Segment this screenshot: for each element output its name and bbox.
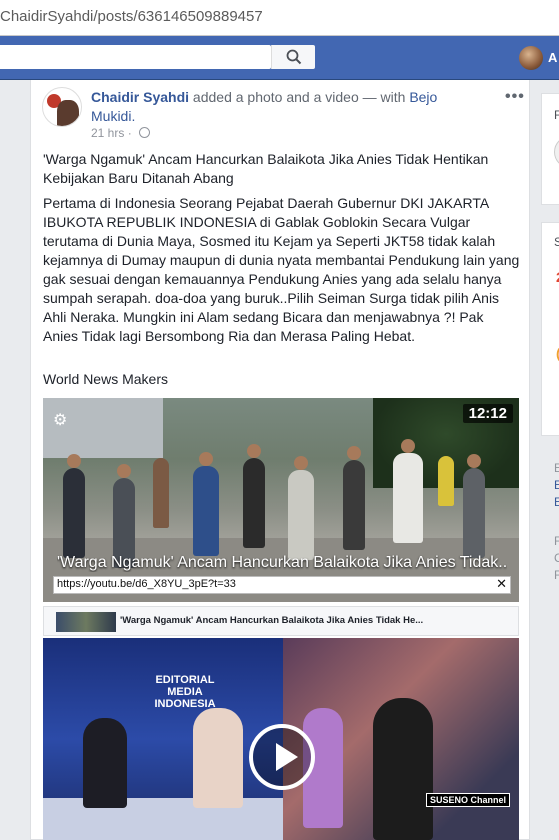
video2-anchor: [193, 708, 243, 808]
footer-link[interactable]: E: [554, 494, 559, 511]
left-column: [0, 80, 26, 840]
link-preview[interactable]: 'Warga Ngamuk' Ancam Hancurkan Balaikota…: [43, 606, 519, 636]
thumbnail-person: [153, 458, 169, 528]
thumbnail-person: [193, 466, 219, 556]
post-action-text: added a photo and a video — with: [189, 89, 410, 105]
thumbnail-person: [438, 456, 454, 506]
right-footer-text: F C F: [554, 533, 559, 584]
footer-text: F: [554, 568, 559, 582]
thumbnail-head: [199, 452, 213, 466]
thumbnail-head: [294, 456, 308, 470]
profile-name[interactable]: A: [548, 50, 557, 65]
right-box-title: F: [554, 108, 559, 122]
video2-desk: [43, 798, 283, 840]
search-button[interactable]: [271, 45, 315, 69]
top-navigation-bar: A: [0, 36, 559, 80]
thumbnail-head: [67, 454, 81, 468]
thumbnail-person: [463, 468, 485, 558]
profile-avatar[interactable]: [519, 46, 543, 70]
post-header: Chaidir Syahdi added a photo and a video…: [91, 88, 471, 126]
footer-text: E: [554, 461, 559, 475]
video2-person: [373, 698, 433, 840]
author-avatar[interactable]: [42, 87, 82, 127]
search-icon: [286, 49, 302, 65]
thumbnail-person: [343, 460, 365, 550]
thumbnail-person: [393, 453, 423, 543]
post-meta: 21 hrs ·: [91, 126, 151, 140]
avatar-figure: [57, 100, 79, 126]
globe-icon: [139, 127, 151, 138]
right-sidebar-box: F: [541, 93, 559, 205]
right-footer-links: E E E: [554, 460, 559, 511]
video-player-2[interactable]: EDITORIAL MEDIA INDONESIA SUSENO Channel: [43, 638, 519, 840]
post-body-text: Pertama di Indonesia Seorang Pejabat Dae…: [43, 195, 520, 344]
link-preview-thumbnail: [56, 612, 116, 632]
thumbnail-head: [347, 446, 361, 460]
footer-text: C: [554, 551, 559, 565]
video-player[interactable]: ⚙ 12:12 'Warga Ngamuk' Ancam Hancurkan B…: [43, 398, 519, 602]
thumbnail-person: [63, 468, 85, 558]
link-preview-title[interactable]: 'Warga Ngamuk' Ancam Hancurkan Balaikota…: [120, 615, 423, 626]
thumbnail-head: [247, 444, 261, 458]
video-duration: 12:12: [462, 404, 513, 423]
play-button[interactable]: [249, 724, 315, 790]
right-sidebar-box-2: S 2 (: [541, 222, 559, 436]
thumbnail-head: [117, 464, 131, 478]
url-text[interactable]: ChaidirSyahdi/posts/636146509889457: [0, 8, 263, 25]
thumbnail-head: [467, 454, 481, 468]
post-timestamp[interactable]: 21 hrs: [91, 126, 124, 140]
video-title[interactable]: 'Warga Ngamuk' Ancam Hancurkan Balaikota…: [57, 554, 507, 572]
close-icon[interactable]: ✕: [496, 576, 507, 592]
post-source-text: World News Makers: [43, 371, 168, 387]
post-title-text: 'Warga Ngamuk' Ancam Hancurkan Balaikota…: [43, 151, 489, 186]
right-box-avatar[interactable]: [554, 136, 559, 168]
channel-badge: SUSENO Channel: [426, 793, 511, 807]
thumbnail-person: [288, 470, 314, 560]
right-box-title-2: S: [554, 235, 559, 249]
post-card: Chaidir Syahdi added a photo and a video…: [30, 80, 530, 840]
video2-anchor: [83, 718, 127, 808]
gear-icon[interactable]: ⚙: [53, 410, 67, 430]
thumbnail-person: [243, 458, 265, 548]
author-name-link[interactable]: Chaidir Syahdi: [91, 89, 189, 105]
share-url-text[interactable]: https://youtu.be/d6_X8YU_3pE?t=33: [57, 578, 236, 590]
browser-address-bar[interactable]: ChaidirSyahdi/posts/636146509889457: [0, 0, 559, 36]
video2-logo: EDITORIAL MEDIA INDONESIA: [154, 674, 216, 710]
footer-link[interactable]: E: [554, 477, 559, 494]
search-input[interactable]: [0, 45, 271, 69]
footer-text: F: [554, 534, 559, 548]
more-options-button[interactable]: •••: [505, 88, 525, 106]
play-icon: [276, 743, 298, 771]
share-url-bar[interactable]: https://youtu.be/d6_X8YU_3pE?t=33 ✕: [53, 576, 511, 594]
thumbnail-head: [401, 439, 415, 453]
